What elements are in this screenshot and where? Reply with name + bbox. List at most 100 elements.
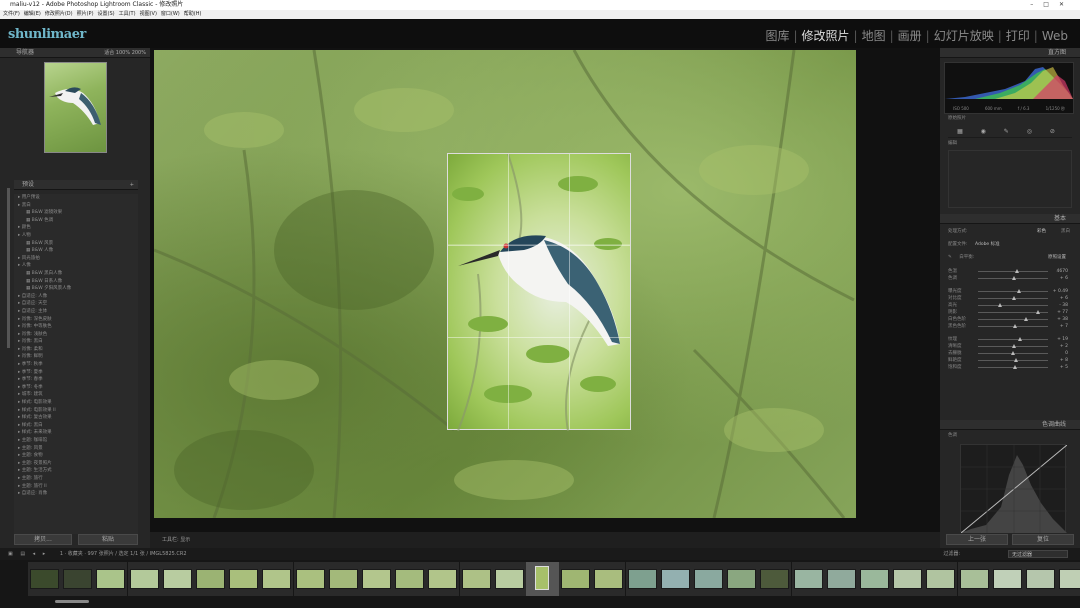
filmstrip-thumbnail[interactable]: [1059, 569, 1080, 589]
tone-curve-graph[interactable]: [960, 444, 1068, 534]
slider-track[interactable]: [978, 291, 1048, 292]
slider-knob[interactable]: [1018, 337, 1022, 341]
slider-row[interactable]: 曝光度 + 0.49: [948, 288, 1068, 295]
slider-knob[interactable]: [1014, 269, 1019, 273]
filmstrip-thumbnail[interactable]: [295, 569, 325, 589]
preset-item[interactable]: ▸ 自适应: 人像: [14, 293, 138, 301]
preset-item[interactable]: ▸ 肖像: 中等肤色: [14, 323, 138, 331]
slider-value[interactable]: + 0.49: [1053, 288, 1068, 295]
filmstrip-thumbnail[interactable]: [959, 569, 989, 589]
treatment-bw-option[interactable]: 黑白: [1061, 228, 1070, 235]
preset-item[interactable]: ▸ 人物: [14, 232, 138, 240]
preset-item[interactable]: ▦ B&W 黑白人像: [14, 270, 138, 278]
filmstrip-thumbnail[interactable]: [362, 569, 391, 589]
slider-row[interactable]: 鲜艳度 + 8: [948, 357, 1068, 364]
filmstrip-cell[interactable]: [326, 562, 360, 596]
slider-knob[interactable]: [1016, 289, 1021, 293]
wb-eyedropper-icon[interactable]: ✎: [948, 255, 952, 260]
slider-knob[interactable]: [1023, 317, 1028, 321]
copy-settings-button[interactable]: 拷贝...: [14, 534, 72, 545]
preset-item[interactable]: ▦ B&W 人像: [14, 247, 138, 255]
slider-row[interactable]: 色调 + 6: [948, 275, 1068, 282]
filmstrip-thumbnail[interactable]: [926, 569, 956, 589]
slider-row[interactable]: 高光 - 38: [948, 302, 1068, 309]
filmstrip-cell[interactable]: [492, 562, 526, 596]
preset-item[interactable]: ▸ 自适应: 肖像: [14, 490, 138, 498]
preset-item[interactable]: ▸ 主题: 旅行: [14, 475, 138, 483]
menu-item[interactable]: 帮助(H): [184, 11, 202, 17]
slider-value[interactable]: 4670: [1057, 268, 1068, 275]
menu-item[interactable]: 视图(V): [140, 11, 157, 17]
filmstrip-thumbnail[interactable]: [860, 569, 889, 589]
filmstrip-cell[interactable]: [227, 562, 261, 596]
preset-item[interactable]: ▸ 风光旅拍: [14, 255, 138, 263]
filmstrip-thumbnail[interactable]: [627, 569, 657, 589]
preset-item[interactable]: ▸ 肖像: 柔和: [14, 346, 138, 354]
slider-row[interactable]: 色温 4670: [948, 268, 1068, 275]
crop-frame[interactable]: [447, 153, 631, 431]
preset-item[interactable]: ▸ 人像: [14, 262, 138, 270]
preset-item[interactable]: ▦ B&W 夕阳风景人像: [14, 285, 138, 293]
slider-value[interactable]: + 38: [1057, 316, 1068, 323]
slider-knob[interactable]: [1035, 310, 1040, 314]
slider-knob[interactable]: [998, 303, 1003, 307]
preset-item[interactable]: ▸ 主题: 食物: [14, 452, 138, 460]
preset-item[interactable]: ▸ 自适应: 主体: [14, 308, 138, 316]
filmstrip-thumbnail[interactable]: [727, 569, 757, 589]
filmstrip-thumbnail[interactable]: [535, 566, 549, 590]
filmstrip-nav-icons[interactable]: ▣ ▤ ◂ ▸: [8, 551, 48, 557]
slider-value[interactable]: + 5: [1060, 364, 1068, 371]
filmstrip-cell[interactable]: [1057, 562, 1080, 596]
navigator-zoom-options[interactable]: 适合 100% 200%: [104, 48, 146, 58]
crop-preview-photo[interactable]: [154, 50, 856, 518]
filmstrip-thumbnail[interactable]: [395, 569, 425, 589]
preset-item[interactable]: ▸ 肖像: 深色皮肤: [14, 316, 138, 324]
tool-strip[interactable]: ▦ ◉ ✎ ◎ ⊘: [948, 128, 1072, 138]
toolbar-label[interactable]: 工具栏: 显示: [162, 537, 190, 543]
preset-item[interactable]: ▦ B&W 风景: [14, 240, 138, 248]
filmstrip-cell[interactable]: [957, 562, 991, 596]
filmstrip-cell[interactable]: [293, 562, 327, 596]
preset-item[interactable]: ▸ 主题: 咖啡馆: [14, 437, 138, 445]
preset-item[interactable]: ▸ 用户预设: [14, 194, 138, 202]
preset-item[interactable]: ▸ 颜色: [14, 224, 138, 232]
slider-knob[interactable]: [1013, 324, 1018, 328]
filmstrip-cell[interactable]: [990, 562, 1024, 596]
preset-item[interactable]: ▦ B&W 色调: [14, 217, 138, 225]
slider-row[interactable]: 纹理 + 19: [948, 336, 1068, 343]
menu-item[interactable]: 照片(P): [77, 11, 94, 17]
preset-item[interactable]: ▸ 肖像: 黑白: [14, 338, 138, 346]
filmstrip-cell[interactable]: [28, 562, 61, 596]
filmstrip-thumbnail[interactable]: [893, 569, 923, 589]
filmstrip-thumbnail[interactable]: [561, 569, 591, 589]
preset-item[interactable]: ▸ 样式: 电影效果: [14, 399, 138, 407]
filmstrip-cell[interactable]: [559, 562, 593, 596]
filmstrip-thumbnail[interactable]: [262, 569, 292, 589]
preset-item[interactable]: ▸ 季节: 春季: [14, 376, 138, 384]
treatment-color-option[interactable]: 彩色: [1037, 228, 1046, 235]
slider-value[interactable]: + 77: [1057, 309, 1068, 316]
preset-item[interactable]: ▸ 主题: 旅行 II: [14, 483, 138, 491]
slider-track[interactable]: [978, 339, 1048, 340]
filmstrip-cell[interactable]: [1024, 562, 1057, 596]
slider-row[interactable]: 黑色色阶 + 7: [948, 323, 1068, 330]
left-panel-scrollbar[interactable]: [7, 188, 10, 348]
filmstrip-cell[interactable]: [824, 562, 858, 596]
preset-item[interactable]: ▸ 主题: 风景: [14, 445, 138, 453]
filmstrip-cell[interactable]: [592, 562, 626, 596]
filmstrip-thumbnail[interactable]: [30, 569, 59, 589]
filmstrip-cell[interactable]: [260, 562, 294, 596]
slider-value[interactable]: + 7: [1060, 323, 1068, 330]
filmstrip-cell[interactable]: [658, 562, 692, 596]
menu-item[interactable]: 修改照片(D): [45, 11, 73, 17]
module-5[interactable]: 打印: [1006, 29, 1030, 43]
filmstrip-cell[interactable]: [393, 562, 427, 596]
preset-item[interactable]: ▸ 主题: 夜景照片: [14, 460, 138, 468]
presets-header[interactable]: 预设 +: [14, 180, 138, 190]
filmstrip-thumbnail[interactable]: [826, 569, 856, 589]
slider-value[interactable]: + 8: [1060, 357, 1068, 364]
filmstrip-thumbnail[interactable]: [428, 569, 458, 589]
preset-item[interactable]: ▸ 季节: 秋季: [14, 361, 138, 369]
filmstrip-cell[interactable]: [758, 562, 792, 596]
slider-knob[interactable]: [1011, 344, 1016, 348]
